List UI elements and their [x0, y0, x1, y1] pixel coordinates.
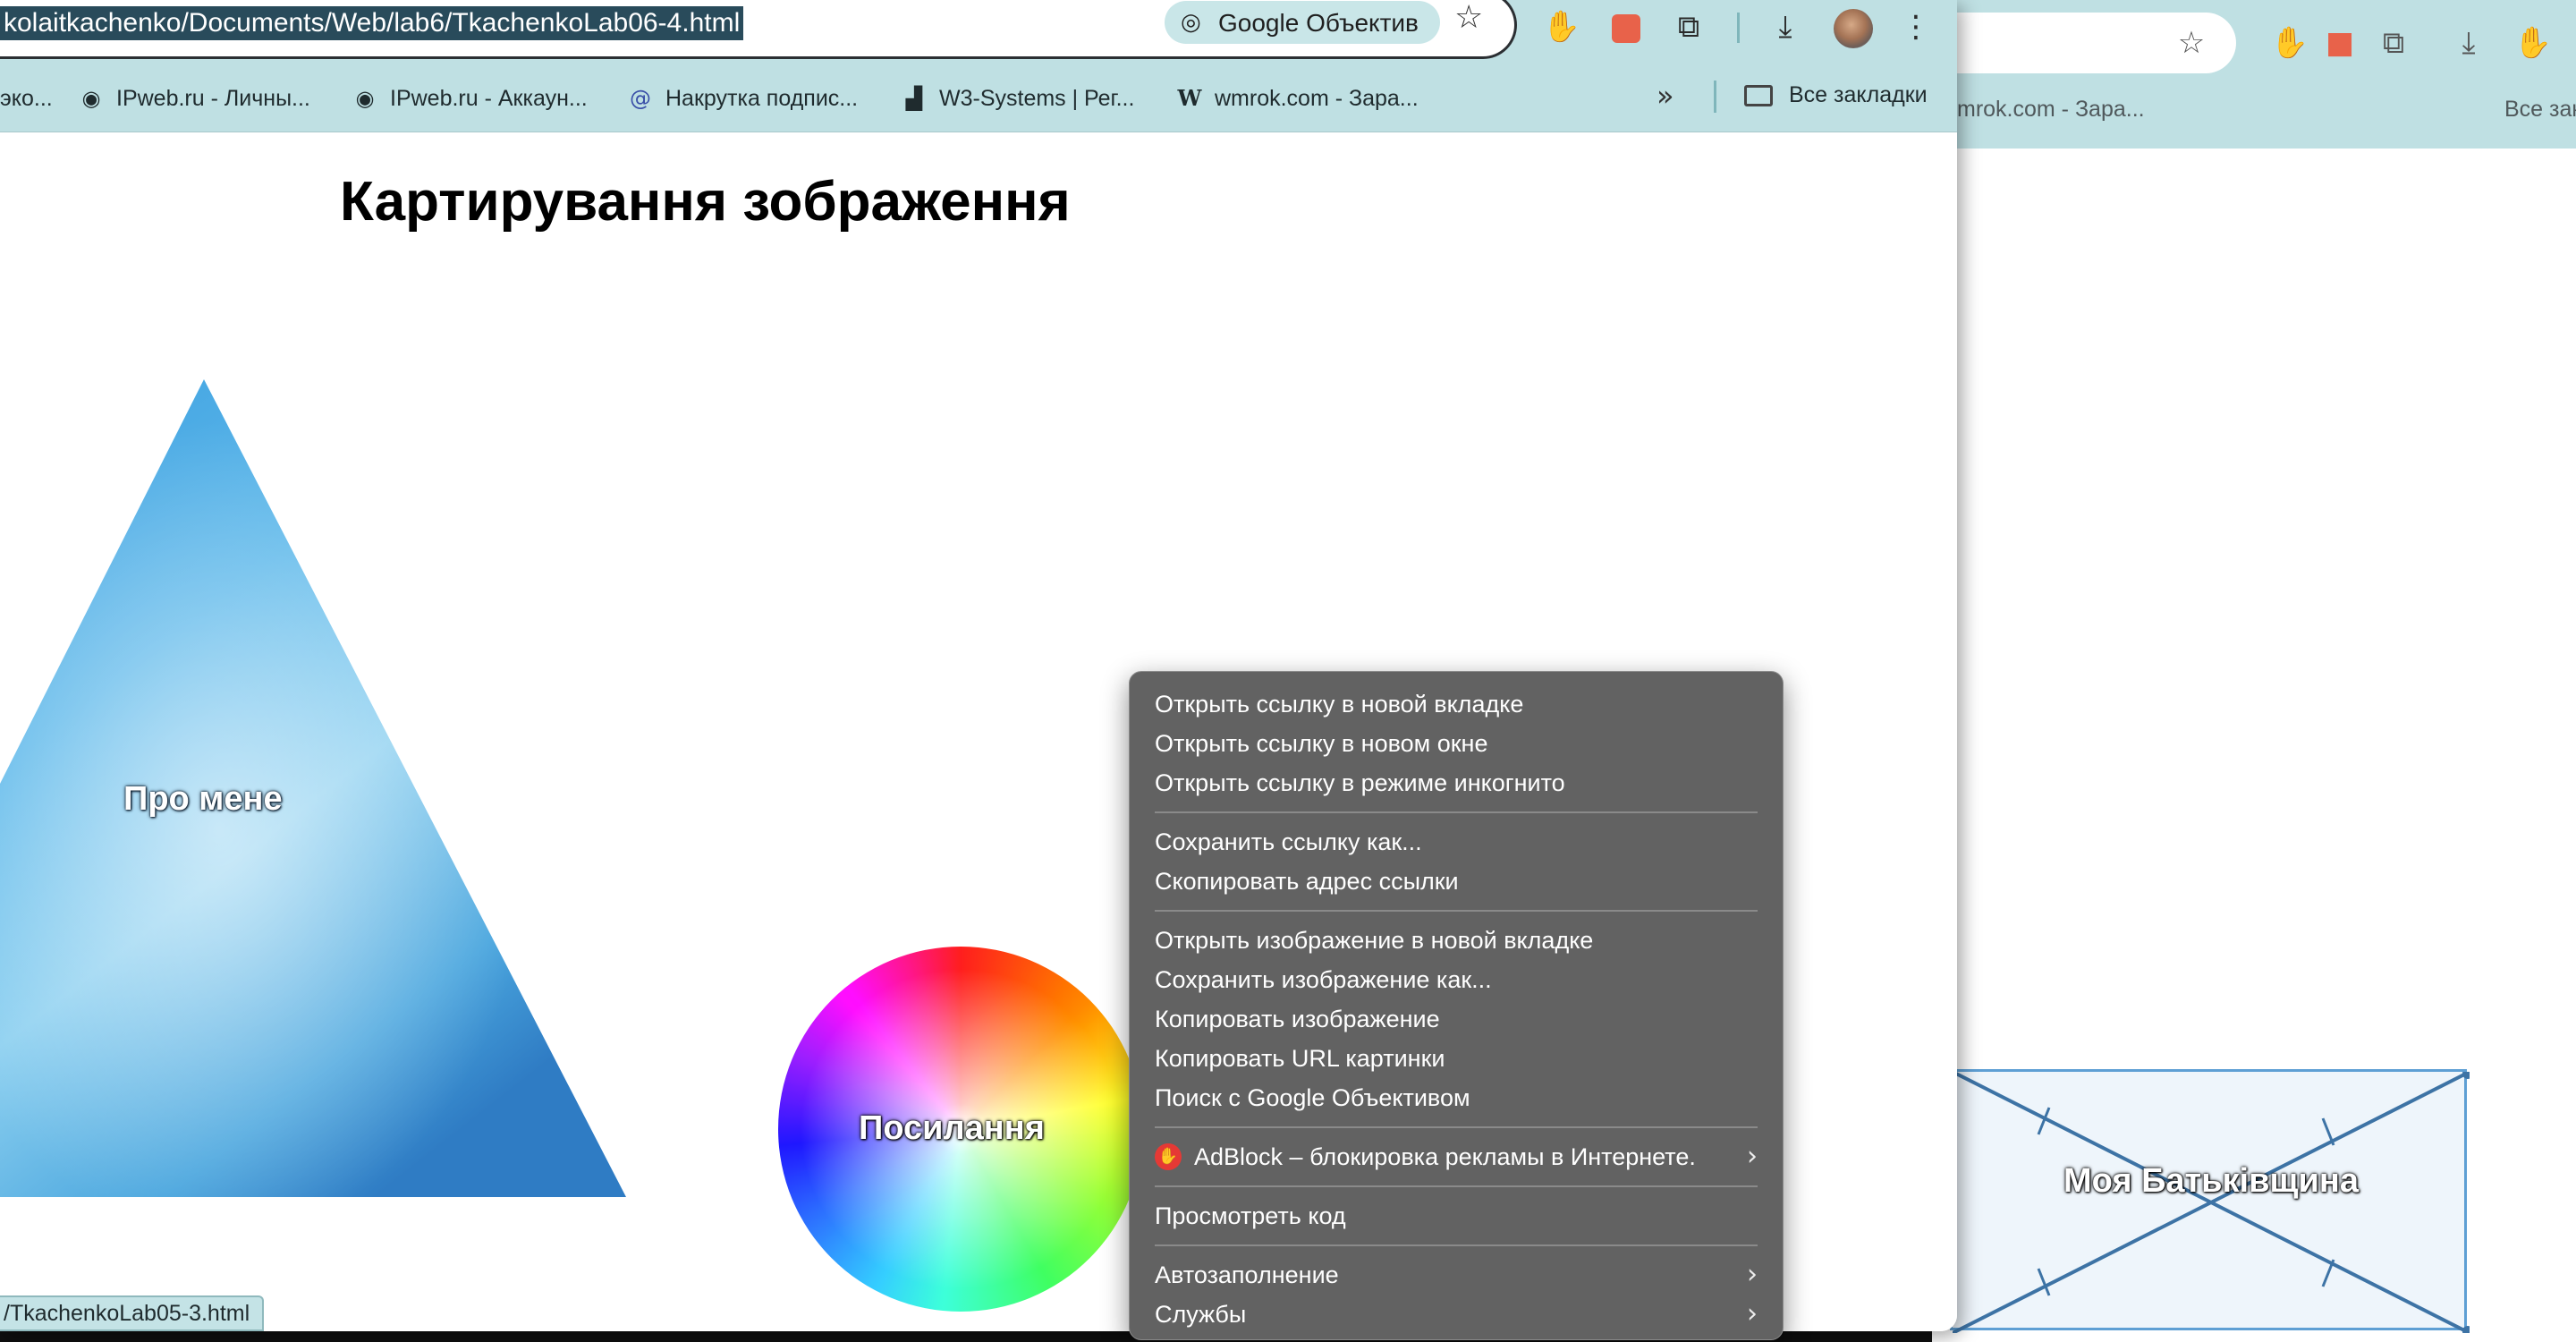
w-logo-icon: W [1177, 85, 1202, 111]
triangle-area-label: Про мене [123, 780, 283, 818]
more-menu-icon[interactable]: ⋮ [1896, 7, 1936, 47]
menu-item-open-link-new-window[interactable]: Открыть ссылку в новом окне [1130, 724, 1783, 763]
all-bookmarks-button[interactable]: Все закладки [1744, 82, 1928, 108]
menu-divider [1155, 1185, 1758, 1187]
all-bookmarks-label: Все закладки [1789, 82, 1928, 107]
map-image-area[interactable]: Моя Батьківщина [1950, 1069, 2470, 1333]
bookmark-label: Накрутка подпис... [665, 85, 859, 111]
avatar[interactable] [1834, 9, 1873, 48]
lens-icon: ◎ [1181, 9, 1201, 36]
background-browser-window[interactable]: ☆ ✋ ■ ⧉ ⤓ ✋ mrok.com - Зара... Все закл … [1932, 0, 2576, 1342]
address-bar[interactable]: kolaitkachenko/Documents/Web/lab6/Tkache… [0, 0, 1517, 59]
adblock-icon[interactable]: ✋ [1542, 7, 1581, 47]
context-menu: Открыть ссылку в новой вкладке Открыть с… [1129, 671, 1784, 1340]
ublock-icon[interactable]: ■ [2320, 23, 2360, 63]
bookmark-label: W3-Systems | Рег... [939, 85, 1135, 111]
browser-toolbar: kolaitkachenko/Documents/Web/lab6/Tkache… [0, 0, 1957, 132]
bookmark-item[interactable]: ◉ IPweb.ru - Аккаун... [352, 81, 588, 116]
all-bookmarks-button[interactable]: Все закл [2504, 97, 2576, 123]
menu-item-open-image-new-tab[interactable]: Открыть изображение в новой вкладке [1130, 921, 1783, 960]
bookmark-item[interactable]: эко... [0, 81, 53, 116]
url-text[interactable]: kolaitkachenko/Documents/Web/lab6/Tkache… [0, 6, 744, 40]
menu-item-save-link-as[interactable]: Сохранить ссылку как... [1130, 822, 1783, 862]
menu-item-copy-link-address[interactable]: Скопировать адрес ссылки [1130, 862, 1783, 901]
menu-item-open-link-incognito[interactable]: Открыть ссылку в режиме инкогнито [1130, 763, 1783, 803]
menu-divider [1155, 1126, 1758, 1128]
bookmark-item[interactable]: mrok.com - Зара... [1957, 97, 2145, 123]
adblock-icon[interactable]: ✋ [2513, 23, 2553, 63]
toolbar-divider [1737, 13, 1740, 43]
bookmark-label: IPweb.ru - Аккаун... [390, 85, 588, 111]
bookmark-item[interactable]: ▟ W3-Systems | Рег... [902, 81, 1135, 116]
menu-item-open-link-new-tab[interactable]: Открыть ссылку в новой вкладке [1130, 684, 1783, 724]
download-icon[interactable]: ⤓ [2449, 23, 2488, 63]
menu-item-services[interactable]: Службы › [1130, 1295, 1783, 1334]
star-icon[interactable]: ☆ [1454, 0, 1483, 36]
folder-icon [1744, 84, 1773, 106]
menu-item-adblock[interactable]: ✋ AdBlock – блокировка рекламы в Интернет… [1130, 1137, 1783, 1176]
color-wheel-label: Посилання [859, 1109, 1045, 1147]
bookmark-label: эко... [0, 85, 53, 111]
menu-item-inspect[interactable]: Просмотреть код [1130, 1196, 1783, 1236]
menu-item-adblock-label: AdBlock – блокировка рекламы в Интернете… [1194, 1143, 1696, 1170]
bookmark-item[interactable]: @ Накрутка подпис... [628, 81, 858, 116]
adblock-icon: ✋ [1155, 1142, 1182, 1170]
broken-image-cross-icon [1953, 1072, 2470, 1333]
chevron-right-icon: › [1747, 1259, 1758, 1290]
globe-icon: ◉ [81, 86, 101, 111]
download-icon[interactable]: ⤓ [1766, 7, 1805, 47]
menu-divider [1155, 1244, 1758, 1246]
spiral-icon: @ [630, 86, 651, 111]
bookmark-label: wmrok.com - Зара... [1215, 85, 1419, 111]
menu-item-autofill-label: Автозаполнение [1155, 1261, 1339, 1288]
bookmarks-overflow-icon[interactable]: » [1657, 79, 1674, 113]
bookmarks-divider [1714, 81, 1716, 113]
triangle-image-area[interactable] [0, 379, 626, 1197]
bookmark-label: IPweb.ru - Личны... [116, 85, 310, 111]
page-title: Картирування зображення [340, 171, 1071, 233]
adblock-icon[interactable]: ✋ [2270, 23, 2309, 63]
menu-divider [1155, 811, 1758, 813]
bookmark-item[interactable]: W wmrok.com - Зара... [1177, 81, 1419, 116]
google-lens-button[interactable]: ◎ Google Объектив [1165, 1, 1440, 44]
chevron-right-icon: › [1747, 1141, 1758, 1172]
extensions-icon[interactable]: ⧉ [2374, 23, 2413, 63]
menu-item-search-google-lens[interactable]: Поиск с Google Объективом [1130, 1078, 1783, 1117]
menu-item-copy-image[interactable]: Копировать изображение [1130, 999, 1783, 1039]
star-icon[interactable]: ☆ [2172, 23, 2211, 63]
lens-label: Google Объектив [1218, 9, 1419, 37]
ublock-icon[interactable] [1606, 7, 1646, 47]
bookmark-item[interactable]: ◉ IPweb.ru - Личны... [79, 81, 310, 116]
status-bar-url: /TkachenkoLab05-3.html [0, 1295, 265, 1331]
menu-divider [1155, 910, 1758, 912]
menu-item-copy-image-url[interactable]: Копировать URL картинки [1130, 1039, 1783, 1078]
image-area-label: Моя Батьківщина [2063, 1162, 2359, 1200]
chart-icon: ▟ [905, 86, 923, 111]
globe-icon: ◉ [355, 86, 375, 111]
extensions-icon[interactable]: ⧉ [1669, 7, 1708, 47]
menu-item-services-label: Службы [1155, 1301, 1247, 1328]
chevron-right-icon: › [1747, 1298, 1758, 1329]
menu-item-autofill[interactable]: Автозаполнение › [1130, 1255, 1783, 1295]
background-toolbar: ☆ ✋ ■ ⧉ ⤓ ✋ mrok.com - Зара... Все закл [1932, 0, 2576, 149]
menu-item-save-image-as[interactable]: Сохранить изображение как... [1130, 960, 1783, 999]
